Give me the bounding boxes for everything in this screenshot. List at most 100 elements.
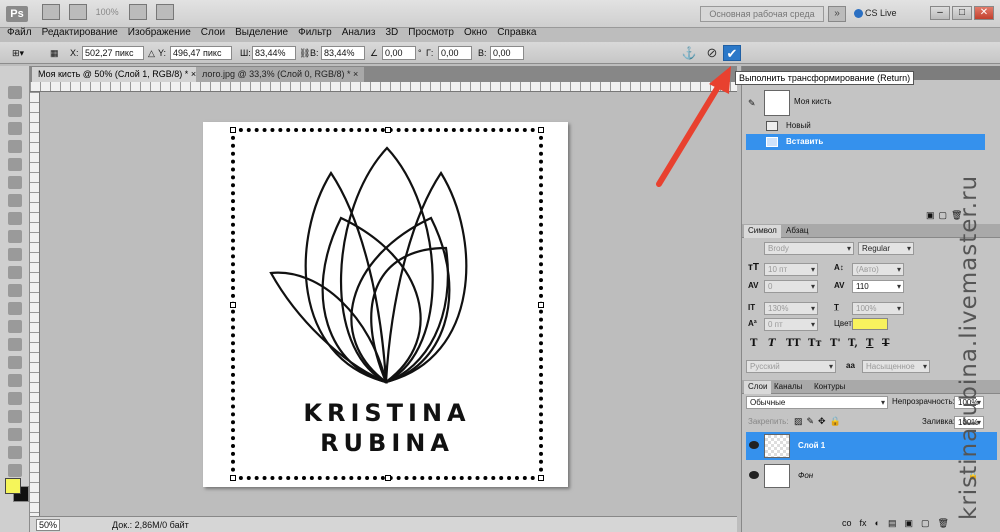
minibridge-icon[interactable]	[68, 4, 87, 20]
maximize-button[interactable]: □	[952, 6, 972, 20]
transform-handle-bottom-left[interactable]	[230, 475, 236, 481]
menu-window[interactable]: Окно	[459, 26, 492, 40]
menu-image[interactable]: Изображение	[123, 26, 196, 40]
menu-select[interactable]: Выделение	[230, 26, 293, 40]
transform-handle-top[interactable]	[385, 127, 391, 133]
menu-filter[interactable]: Фильтр	[293, 26, 337, 40]
tab-layers[interactable]: Слои	[744, 381, 772, 394]
status-zoom-input[interactable]: 50%	[36, 519, 60, 531]
commit-transform-button[interactable]: ✔	[723, 45, 741, 61]
font-size-select[interactable]: 10 пт	[764, 263, 818, 276]
transform-handle-right[interactable]	[538, 302, 544, 308]
transform-tool-icon[interactable]: ⊞▾	[12, 46, 24, 60]
width-scale-input[interactable]: 83,44%	[252, 46, 296, 60]
zoom-level-display[interactable]: 100%	[96, 7, 119, 17]
history-item-paste[interactable]: Вставить	[746, 134, 985, 150]
layer-style-icon[interactable]: fx	[860, 518, 867, 528]
vertical-skew-input[interactable]: 0,00	[490, 46, 524, 60]
transform-handle-bottom-right[interactable]	[538, 475, 544, 481]
transform-handle-left[interactable]	[230, 302, 236, 308]
menu-edit[interactable]: Редактирование	[37, 26, 123, 40]
font-family-select[interactable]: Brody	[764, 242, 854, 255]
eye-icon[interactable]	[749, 441, 759, 449]
close-button[interactable]: ✕	[974, 6, 994, 20]
clone-stamp-tool-icon[interactable]	[8, 230, 22, 243]
adjustment-layer-icon[interactable]: ◐	[875, 518, 880, 528]
faux-italic-button[interactable]: T	[768, 338, 775, 349]
layer-mask-icon[interactable]: ▤	[888, 518, 897, 528]
pen-tool-icon[interactable]	[8, 338, 22, 351]
language-select[interactable]: Русский	[746, 360, 836, 373]
history-snapshot-row[interactable]: ✎ Моя кисть	[746, 88, 985, 118]
eyedropper-tool-icon[interactable]	[8, 176, 22, 189]
delete-layer-icon[interactable]: 🗑	[938, 518, 949, 528]
link-icon[interactable]: ⛓	[299, 46, 310, 60]
quick-select-tool-icon[interactable]	[8, 140, 22, 153]
reference-point-icon[interactable]: ▦	[50, 46, 59, 60]
tracking-select[interactable]: 110	[852, 280, 904, 293]
antialias-select[interactable]: Насыщенное	[862, 360, 930, 373]
menu-help[interactable]: Справка	[492, 26, 541, 40]
history-item-new[interactable]: Новый	[746, 118, 985, 134]
leading-select[interactable]: (Авто)	[852, 263, 904, 276]
cs-live-menu[interactable]: CS Live	[854, 8, 897, 19]
lasso-tool-icon[interactable]	[8, 122, 22, 135]
workspace-switcher[interactable]: Основная рабочая среда	[700, 6, 824, 22]
link-layers-icon[interactable]: co	[842, 518, 852, 528]
new-group-icon[interactable]: ▣	[904, 518, 913, 528]
foreground-color-swatch[interactable]	[5, 478, 21, 494]
menu-view[interactable]: Просмотр	[403, 26, 459, 40]
eraser-tool-icon[interactable]	[8, 266, 22, 279]
eye-icon[interactable]	[749, 471, 759, 479]
workspace-more-button[interactable]: »	[828, 6, 846, 22]
zoom-tool-icon[interactable]	[8, 464, 22, 477]
baseline-shift-input[interactable]: 0 пт	[764, 318, 818, 331]
transform-handle-bottom[interactable]	[385, 475, 391, 481]
faux-bold-button[interactable]: T	[750, 338, 757, 349]
tab-paths[interactable]: Контуры	[810, 381, 849, 394]
3d-camera-tool-icon[interactable]	[8, 428, 22, 441]
rotate-angle-input[interactable]: 0,00	[382, 46, 416, 60]
x-position-input[interactable]: 502,27 пикс	[82, 46, 144, 60]
minimize-button[interactable]: –	[930, 6, 950, 20]
blur-tool-icon[interactable]	[8, 302, 22, 315]
tab-character[interactable]: Символ	[744, 225, 781, 238]
kerning-select[interactable]: 0	[764, 280, 818, 293]
dodge-tool-icon[interactable]	[8, 320, 22, 333]
lock-icons[interactable]: ▨✎✥🔒	[794, 415, 845, 427]
3d-rotate-tool-icon[interactable]	[8, 410, 22, 423]
menu-layers[interactable]: Слои	[196, 26, 230, 40]
menu-file[interactable]: Файл	[2, 26, 37, 40]
screen-mode-icon[interactable]	[156, 4, 175, 20]
horizontal-skew-input[interactable]: 0,00	[438, 46, 472, 60]
history-brush-tool-icon[interactable]	[8, 248, 22, 261]
blend-mode-select[interactable]: Обычные	[746, 396, 888, 409]
arrange-documents-icon[interactable]	[129, 4, 148, 20]
new-layer-icon[interactable]: ▢	[921, 518, 930, 528]
horizontal-scale-input[interactable]: 100%	[852, 302, 904, 315]
path-selection-tool-icon[interactable]	[8, 374, 22, 387]
relative-position-icon[interactable]: △	[148, 46, 155, 60]
strikethrough-button[interactable]: T	[882, 338, 889, 349]
height-scale-input[interactable]: 83,44%	[321, 46, 365, 60]
move-tool-icon[interactable]	[8, 86, 22, 99]
shape-tool-icon[interactable]	[8, 392, 22, 405]
transform-handle-top-right[interactable]	[538, 127, 544, 133]
crop-tool-icon[interactable]	[8, 158, 22, 171]
transform-handle-top-left[interactable]	[230, 127, 236, 133]
history-brush-source-icon[interactable]: ✎	[748, 98, 756, 109]
tab-logo[interactable]: лого.jpg @ 33,3% (Слой 0, RGB/8) * ×	[196, 67, 365, 82]
hand-tool-icon[interactable]	[8, 446, 22, 459]
warp-mode-icon[interactable]: ⚓	[681, 45, 697, 61]
all-caps-button[interactable]: TT	[786, 338, 801, 349]
tab-moya-kist[interactable]: Моя кисть @ 50% (Слой 1, RGB/8) * ×	[32, 67, 203, 82]
type-tool-icon[interactable]	[8, 356, 22, 369]
gradient-tool-icon[interactable]	[8, 284, 22, 297]
bridge-icon[interactable]	[42, 4, 60, 20]
close-tab-icon[interactable]: ×	[353, 69, 358, 79]
tab-channels[interactable]: Каналы	[770, 381, 806, 394]
small-caps-button[interactable]: Tт	[808, 338, 822, 349]
superscript-button[interactable]: T'	[830, 338, 841, 349]
subscript-button[interactable]: T,	[848, 338, 858, 349]
y-position-input[interactable]: 496,47 пикс	[170, 46, 232, 60]
